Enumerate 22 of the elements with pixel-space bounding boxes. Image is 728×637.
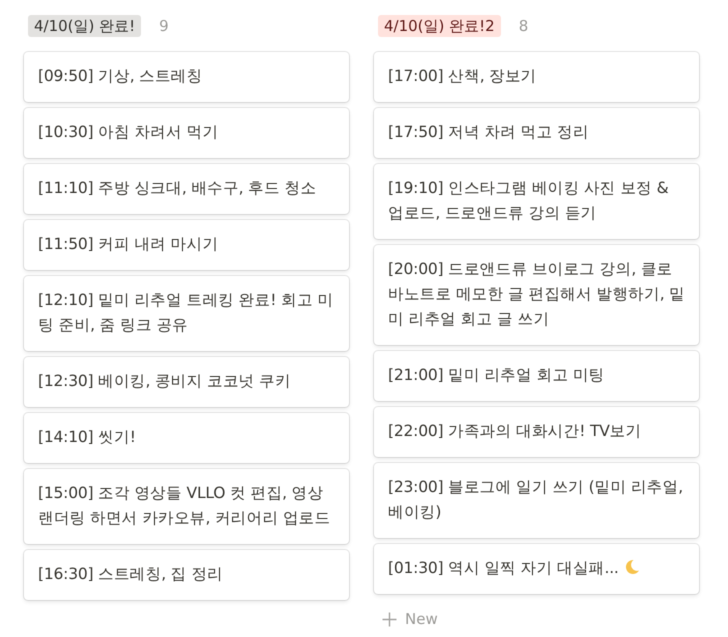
task-card[interactable]: [19:10] 인스타그램 베이킹 사진 보정 & 업로드, 드로앤드류 강의 듣기 (374, 164, 699, 239)
group-tag: 4/10(일) 완료! (28, 15, 142, 37)
task-card[interactable]: [22:00] 가족과의 대화시간! TV보기 (374, 407, 699, 457)
task-card[interactable]: [21:00] 밑미 리추얼 회고 미팅 (374, 351, 699, 401)
task-card[interactable]: [16:30] 스트레칭, 집 정리 (24, 550, 349, 600)
task-card[interactable]: [17:50] 저녁 차려 먹고 정리 (374, 108, 699, 158)
task-card[interactable]: [17:00] 산책, 장보기 (374, 52, 699, 102)
task-card[interactable]: [23:00] 블로그에 일기 쓰기 (밑미 리추얼, 베이킹) (374, 463, 699, 538)
task-card[interactable]: [15:00] 조각 영상들 VLLO 컷 편집, 영상 랜더링 하면서 카카오뷰, 커리어리 업로드 (24, 469, 349, 544)
task-card[interactable]: [01:30] 역시 일찍 자기 대실패... (374, 544, 699, 594)
task-card[interactable]: [12:10] 밑미 리추얼 트레킹 완료! 회고 미팅 준비, 줌 링크 공유 (24, 276, 349, 351)
card-count: 9 (159, 16, 169, 37)
task-card[interactable]: [11:10] 주방 싱크대, 배수구, 후드 청소 (24, 164, 349, 214)
task-card[interactable]: [10:30] 아침 차려서 먹기 (24, 108, 349, 158)
task-card[interactable]: [12:30] 베이킹, 콩비지 코코넛 쿠키 (24, 357, 349, 407)
task-card[interactable]: [09:50] 기상, 스트레칭 (24, 52, 349, 102)
task-card[interactable]: [20:00] 드로앤드류 브이로그 강의, 클로바노트로 메모한 글 편집해서 발행하기, 밑미 리추얼 회고 글 쓰기 (374, 245, 699, 345)
plus-icon (382, 612, 397, 626)
task-card[interactable]: [11:50] 커피 내려 마시기 (24, 220, 349, 270)
task-card[interactable]: [14:10] 씻기! (24, 413, 349, 463)
card-count: 8 (518, 16, 528, 37)
group-tag: 4/10(일) 완료!2 (378, 15, 501, 37)
